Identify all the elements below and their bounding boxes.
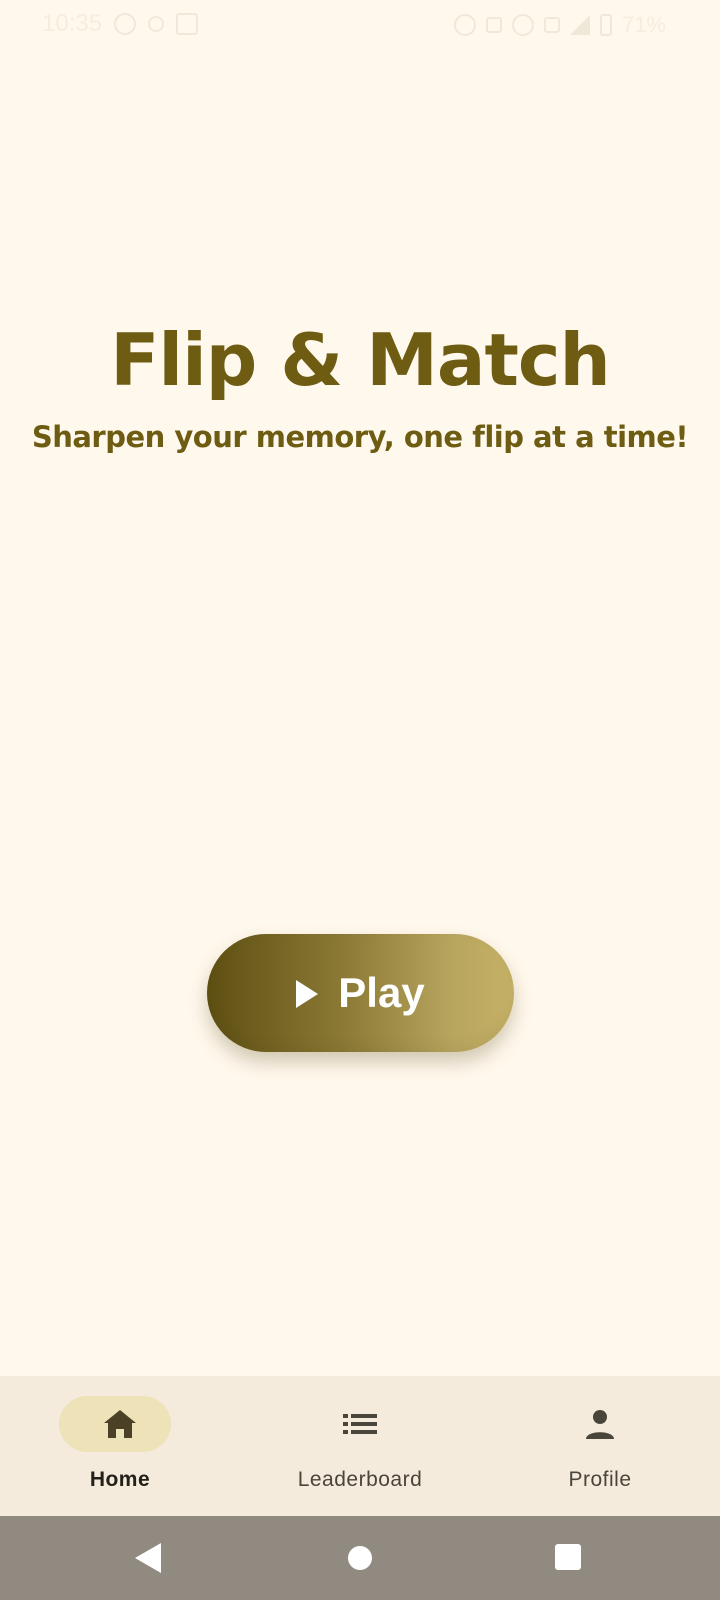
nav-label-profile: Profile xyxy=(568,1468,632,1491)
system-home-button[interactable] xyxy=(310,1516,410,1600)
play-icon xyxy=(296,980,319,1008)
person-icon xyxy=(586,1410,614,1439)
nav-item-home[interactable]: Home xyxy=(0,1376,240,1516)
status-left: 10:35 xyxy=(42,10,199,38)
status-bar: 10:35 71% xyxy=(0,0,720,48)
system-recents-button[interactable] xyxy=(518,1516,618,1600)
volte-icon xyxy=(485,17,502,33)
status-right: 71% xyxy=(453,12,666,38)
battery-icon xyxy=(599,14,612,36)
hotspot-icon xyxy=(511,14,534,36)
nav-item-leaderboard[interactable]: Leaderboard xyxy=(240,1376,480,1516)
signal-icon xyxy=(569,15,590,35)
nav-item-profile[interactable]: Profile xyxy=(480,1376,720,1516)
mute-icon xyxy=(453,14,476,36)
home-circle-icon xyxy=(348,1546,372,1570)
list-icon xyxy=(343,1414,377,1434)
system-navigation-bar xyxy=(0,1516,720,1600)
recents-square-icon xyxy=(555,1544,581,1570)
bottom-navigation: Home Leaderboard Profile xyxy=(0,1376,720,1516)
play-button[interactable]: Play xyxy=(207,934,514,1052)
tethering-icon xyxy=(148,16,165,32)
system-back-button[interactable] xyxy=(101,1516,201,1600)
status-time: 10:35 xyxy=(42,10,103,37)
home-icon xyxy=(104,1410,136,1438)
app-subtitle: Sharpen your memory, one flip at a time! xyxy=(31,420,689,454)
lte-icon xyxy=(543,17,560,33)
nav-label-home: Home xyxy=(89,1468,151,1491)
back-icon xyxy=(135,1543,161,1573)
play-button-label: Play xyxy=(338,969,425,1016)
app-title: Flip & Match xyxy=(110,318,611,402)
sync-icon xyxy=(114,13,137,35)
battery-percent: 71% xyxy=(621,12,666,37)
nav-label-leaderboard: Leaderboard xyxy=(297,1468,423,1491)
gmail-icon xyxy=(176,13,199,35)
